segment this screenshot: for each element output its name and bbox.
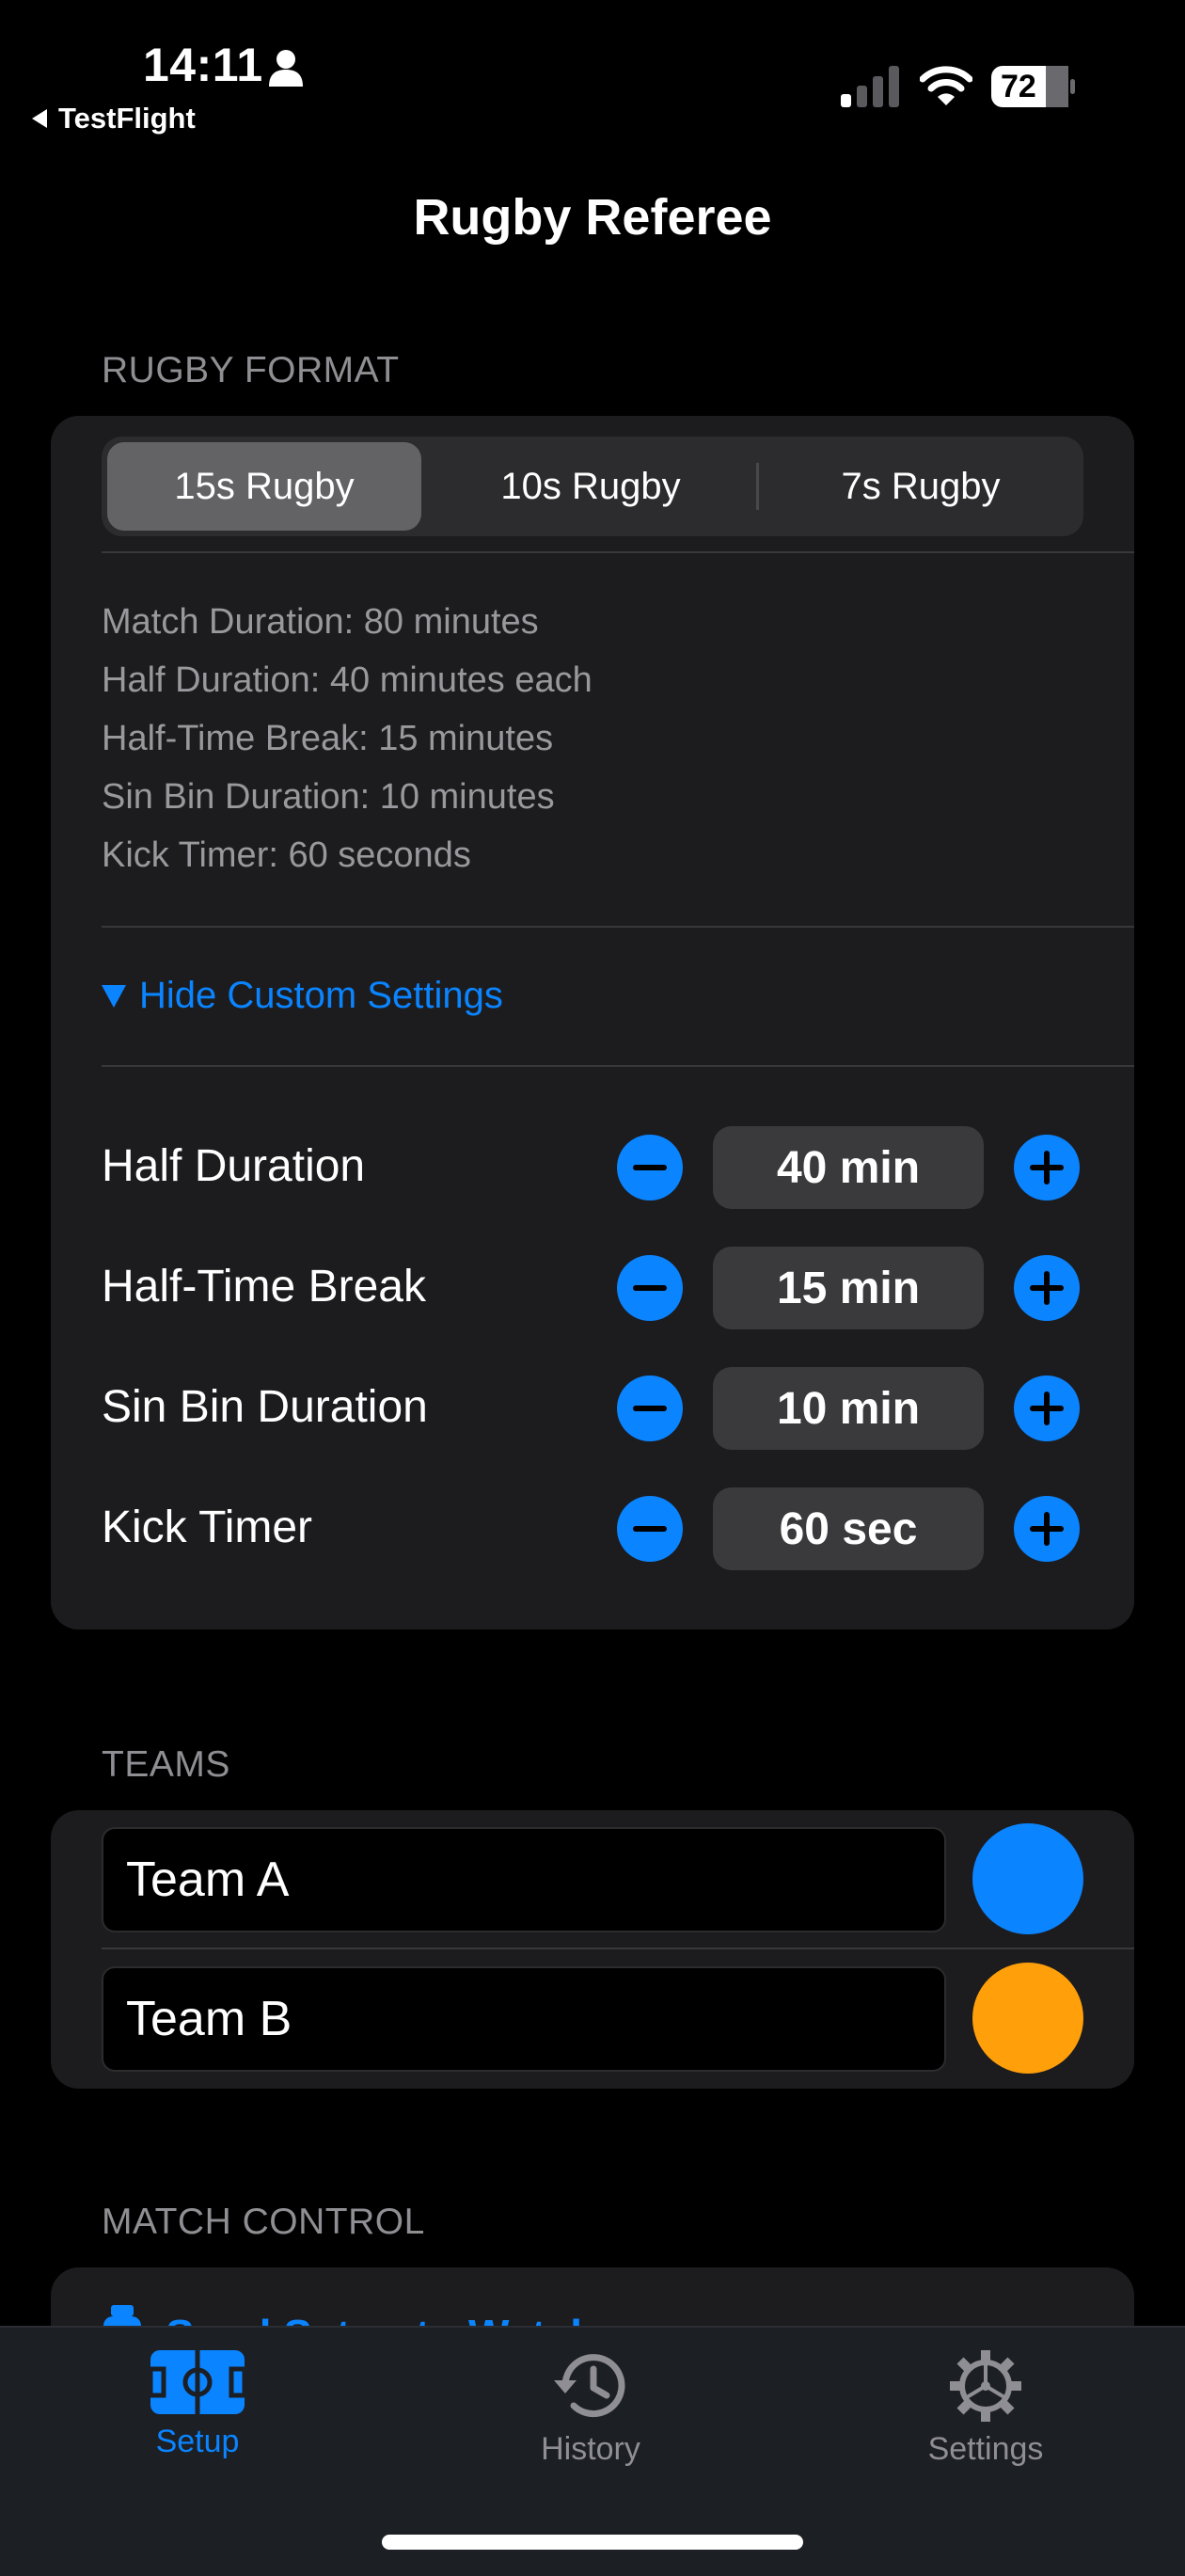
half-time-break-value: 15 min <box>713 1247 984 1329</box>
tab-history[interactable]: History <box>450 2348 732 2468</box>
sin-bin-duration-label: Sin Bin Duration <box>102 1382 428 1432</box>
divider <box>102 926 1134 928</box>
history-icon <box>554 2354 625 2418</box>
half-time-break-label: Half-Time Break <box>102 1262 426 1312</box>
sin-bin-duration-value: 10 min <box>713 1367 984 1450</box>
status-time: 14:11 <box>143 39 263 91</box>
info-sin-bin-duration: Sin Bin Duration: 10 minutes <box>102 777 555 817</box>
back-label: TestFlight <box>58 102 196 135</box>
team-b-color-picker[interactable] <box>972 1963 1083 2074</box>
segment-15s-rugby[interactable]: 15s Rugby <box>107 442 421 531</box>
divider <box>102 551 1134 553</box>
back-to-testflight[interactable]: TestFlight <box>32 102 196 135</box>
sin-bin-duration-decrement-button[interactable] <box>617 1375 683 1441</box>
half-duration-increment-button[interactable] <box>1014 1135 1080 1201</box>
kick-timer-label: Kick Timer <box>102 1503 313 1552</box>
segment-10s-rugby[interactable]: 10s Rugby <box>431 442 750 531</box>
tab-setup-label: Setup <box>155 2424 240 2459</box>
hide-custom-settings-button[interactable]: Hide Custom Settings <box>102 975 503 1017</box>
cellular-signal-icon <box>841 66 899 107</box>
divider <box>102 1065 1134 1067</box>
half-duration-value: 40 min <box>713 1126 984 1209</box>
team-a-name-input[interactable]: Team A <box>102 1827 946 1932</box>
page-title: Rugby Referee <box>413 189 772 246</box>
tab-history-label: History <box>541 2431 640 2467</box>
tab-setup[interactable]: Setup <box>56 2348 339 2460</box>
teams-header: TEAMS <box>102 1744 230 1785</box>
segment-divider <box>756 463 759 510</box>
battery-level: 72 <box>1001 69 1036 104</box>
tab-settings[interactable]: Settings <box>845 2348 1127 2468</box>
half-time-break-decrement-button[interactable] <box>617 1255 683 1321</box>
wifi-icon <box>920 66 972 105</box>
team-b-name-input[interactable]: Team B <box>102 1966 946 2072</box>
person-icon <box>269 50 303 87</box>
info-half-time-break: Half-Time Break: 15 minutes <box>102 719 554 758</box>
match-control-header: MATCH CONTROL <box>102 2202 425 2242</box>
pitch-icon <box>149 2350 246 2414</box>
segment-7s-rugby[interactable]: 7s Rugby <box>764 442 1078 531</box>
battery-indicator: 72 <box>991 66 1076 107</box>
info-half-duration: Half Duration: 40 minutes each <box>102 660 592 700</box>
rugby-format-header: RUGBY FORMAT <box>102 350 400 390</box>
back-arrow-icon <box>32 109 47 128</box>
disclosure-triangle-icon <box>102 984 126 1008</box>
gear-icon <box>950 2350 1021 2422</box>
half-time-break-increment-button[interactable] <box>1014 1255 1080 1321</box>
hide-custom-settings-label: Hide Custom Settings <box>139 975 503 1016</box>
half-duration-decrement-button[interactable] <box>617 1135 683 1201</box>
kick-timer-decrement-button[interactable] <box>617 1496 683 1562</box>
team-a-color-picker[interactable] <box>972 1823 1083 1934</box>
kick-timer-value: 60 sec <box>713 1487 984 1570</box>
rugby-format-segmented-control: 15s Rugby 10s Rugby 7s Rugby <box>102 437 1083 536</box>
info-match-duration: Match Duration: 80 minutes <box>102 602 539 642</box>
half-duration-label: Half Duration <box>102 1141 366 1191</box>
kick-timer-increment-button[interactable] <box>1014 1496 1080 1562</box>
sin-bin-duration-increment-button[interactable] <box>1014 1375 1080 1441</box>
tab-settings-label: Settings <box>927 2431 1044 2467</box>
home-indicator <box>382 2535 803 2550</box>
info-kick-timer: Kick Timer: 60 seconds <box>102 835 471 875</box>
divider <box>102 1948 1134 1949</box>
